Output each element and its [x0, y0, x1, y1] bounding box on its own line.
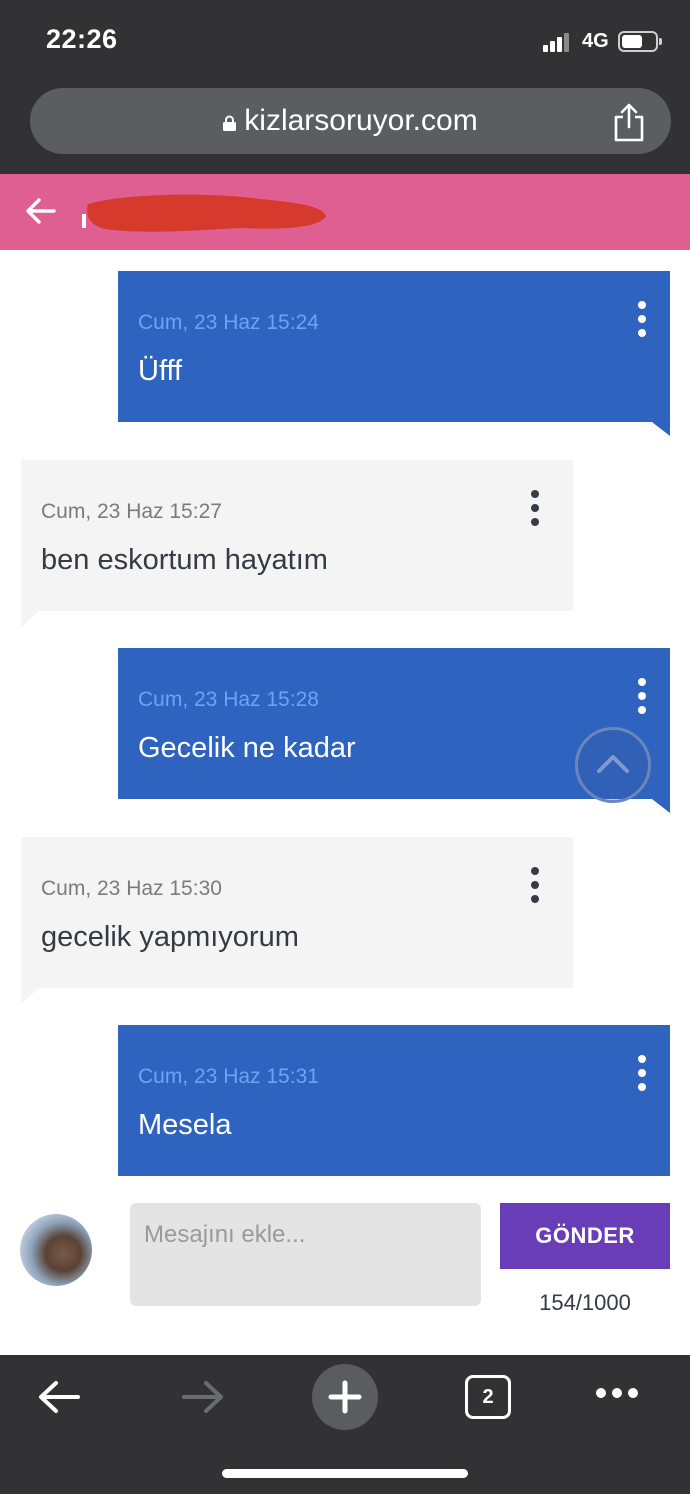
- message-text: ben eskortum hayatım: [41, 544, 328, 576]
- message-menu-icon[interactable]: [634, 301, 650, 337]
- home-indicator: [222, 1469, 468, 1478]
- network-label: 4G: [582, 30, 609, 52]
- status-time: 22:26: [46, 24, 118, 54]
- message-timestamp: Cum, 23 Haz 15:24: [138, 311, 319, 334]
- scroll-to-top-button[interactable]: [575, 727, 651, 803]
- forward-arrow-icon[interactable]: [180, 1377, 226, 1417]
- message-menu-icon[interactable]: [634, 678, 650, 714]
- back-arrow-icon[interactable]: [24, 194, 58, 228]
- chat-header: [0, 174, 690, 250]
- message-timestamp: Cum, 23 Haz 15:27: [41, 500, 222, 523]
- back-arrow-icon[interactable]: [36, 1377, 82, 1417]
- lock-icon: [223, 115, 237, 131]
- battery-icon: [618, 31, 662, 52]
- message-bubble-received: Cum, 23 Haz 15:27 ben eskortum hayatım: [21, 460, 573, 627]
- message-menu-icon[interactable]: [527, 490, 543, 526]
- message-input[interactable]: [130, 1203, 481, 1306]
- url-bar[interactable]: kizlarsoruyor.com: [30, 88, 671, 154]
- signal-icon: [543, 32, 573, 52]
- user-avatar: [20, 1214, 92, 1286]
- char-counter: 154/1000: [539, 1290, 631, 1315]
- browser-top-chrome: 22:26 4G kizlarsoruyor.com: [0, 0, 690, 174]
- new-tab-button[interactable]: [312, 1364, 378, 1430]
- message-text: Gecelik ne kadar: [138, 732, 356, 764]
- send-button[interactable]: GÖNDER: [500, 1203, 670, 1269]
- message-text: gecelik yapmıyorum: [41, 921, 299, 953]
- message-text: Mesela: [138, 1109, 232, 1141]
- message-timestamp: Cum, 23 Haz 15:30: [41, 877, 222, 900]
- redacted-contact-name: [82, 194, 326, 232]
- message-text: Üfff: [138, 355, 183, 387]
- more-dots-icon[interactable]: [594, 1385, 640, 1401]
- share-icon[interactable]: [612, 102, 646, 142]
- chevron-up-icon: [597, 755, 629, 773]
- message-menu-icon[interactable]: [527, 867, 543, 903]
- message-bubble-sent: Cum, 23 Haz 15:24 Üfff: [118, 271, 670, 436]
- message-timestamp: Cum, 23 Haz 15:28: [138, 688, 319, 711]
- tabs-icon[interactable]: 2: [465, 1375, 511, 1419]
- plus-icon: [328, 1380, 362, 1414]
- browser-bottom-toolbar: 2: [0, 1355, 690, 1494]
- url-text: kizlarsoruyor.com: [244, 104, 478, 137]
- message-menu-icon[interactable]: [634, 1055, 650, 1091]
- message-timestamp: Cum, 23 Haz 15:31: [138, 1065, 319, 1088]
- message-bubble-received: Cum, 23 Haz 15:30 gecelik yapmıyorum: [21, 837, 573, 1004]
- message-bubble-sent: Cum, 23 Haz 15:31 Mesela: [118, 1025, 670, 1176]
